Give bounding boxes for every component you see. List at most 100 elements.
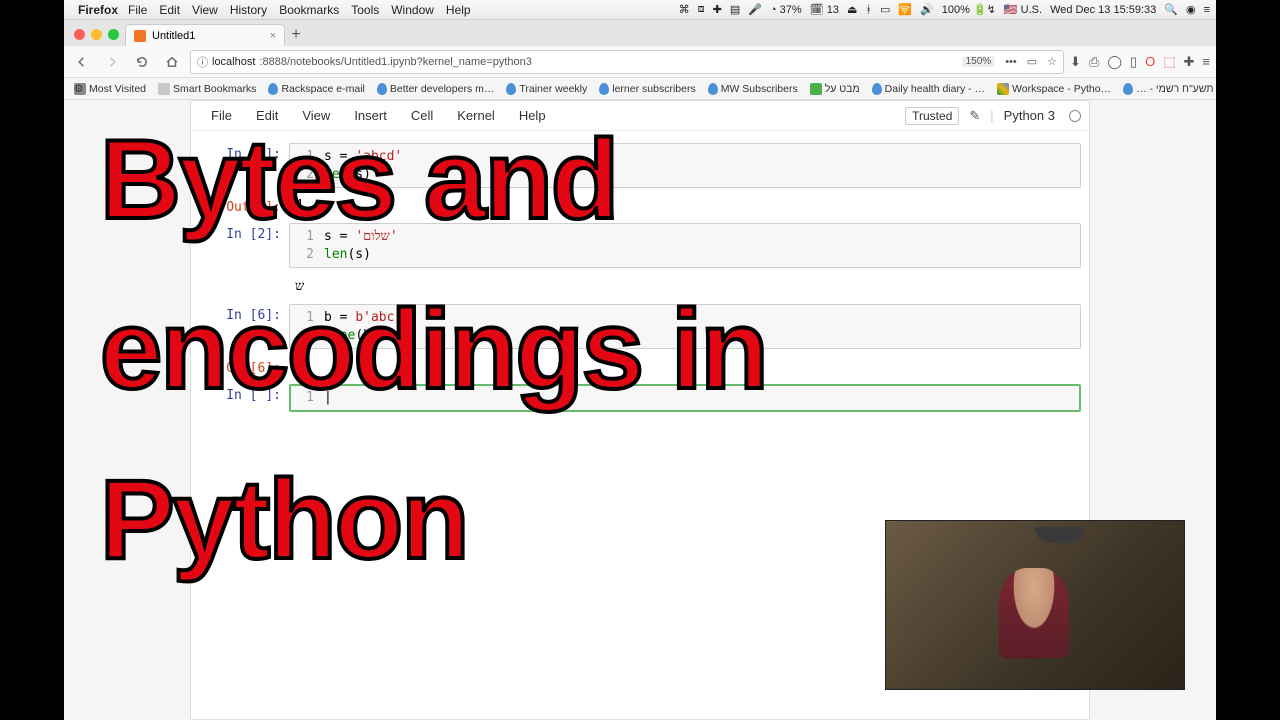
cell-source[interactable]: 1b = b'abc' 2type(b) (289, 304, 1081, 349)
close-window-button[interactable] (74, 29, 85, 40)
display-icon[interactable]: ▭ (880, 3, 890, 16)
minimize-window-button[interactable] (91, 29, 102, 40)
page-actions-icon[interactable]: ••• (1005, 56, 1017, 68)
input-flag[interactable]: 🇺🇸 U.S. (1004, 3, 1042, 16)
code-cell[interactable]: In [6]: 1b = b'abc' 2type(b) (191, 300, 1089, 353)
volume-icon[interactable]: 🔊 (920, 3, 934, 16)
bluetooth-icon[interactable]: ᚼ (865, 4, 872, 16)
back-button[interactable] (70, 50, 94, 74)
edit-icon[interactable]: ✎ (969, 108, 980, 124)
forward-button (100, 50, 124, 74)
kernel-status-icon (1069, 110, 1081, 122)
siri-icon[interactable]: ◉ (1186, 3, 1196, 16)
clip-icon[interactable]: ✚ (1184, 54, 1195, 70)
status-icon[interactable]: ▤ (730, 3, 740, 16)
bookmark-item[interactable]: Workspace - Pytho… (993, 83, 1115, 95)
mic-icon[interactable]: 🎤 (748, 3, 762, 16)
cell-source[interactable]: 1s = 'abcd' 2len(s) (289, 143, 1081, 188)
bookmarks-bar: ⚙Most Visited Smart Bookmarks Rackspace … (64, 78, 1216, 100)
clock[interactable]: Wed Dec 13 15:59:33 (1050, 4, 1156, 16)
nb-menu-cell[interactable]: Cell (399, 108, 445, 123)
menu-bookmarks[interactable]: Bookmarks (279, 3, 339, 17)
wifi-icon[interactable]: 🛜 (898, 3, 912, 16)
notification-icon[interactable]: ≡ (1204, 4, 1210, 16)
menu-edit[interactable]: Edit (159, 3, 180, 17)
url-bar[interactable]: ⓘ localhost :8888/notebooks/Untitled1.ipy… (190, 50, 1064, 74)
in-prompt: In [ ]: (199, 384, 289, 412)
bookmark-item[interactable]: Rackspace e-mail (264, 83, 368, 95)
output-text: 4 (289, 196, 1081, 215)
url-host: localhost (212, 56, 255, 68)
in-prompt: In [1]: (199, 143, 289, 188)
bookmark-folder[interactable]: Smart Bookmarks (154, 83, 260, 95)
kernel-name[interactable]: Python 3 (1004, 108, 1055, 123)
menu-view[interactable]: View (192, 3, 218, 17)
zoom-window-button[interactable] (108, 29, 119, 40)
extension-icon[interactable]: ⬚ (1163, 54, 1175, 70)
new-tab-button[interactable]: + (285, 24, 307, 46)
nb-menu-view[interactable]: View (290, 108, 342, 123)
hamburger-menu-icon[interactable]: ≡ (1202, 54, 1210, 69)
menu-file[interactable]: File (128, 3, 147, 17)
macos-menubar: Firefox File Edit View History Bookmarks… (64, 0, 1216, 20)
bookmark-star-icon[interactable]: ☆ (1047, 55, 1057, 68)
nb-menu-edit[interactable]: Edit (244, 108, 290, 123)
folder-icon (158, 83, 170, 95)
status-icon[interactable]: ✚ (713, 3, 722, 16)
site-icon (810, 83, 822, 95)
nb-menu-file[interactable]: File (199, 108, 244, 123)
nb-menu-help[interactable]: Help (507, 108, 558, 123)
menubar-status-tray: ⌘ ⧈ ✚ ▤ 🎤 ◔ 37% 🗓 13 ⏏ ᚼ ▭ 🛜 🔊 100% 🔋↯ 🇺… (679, 3, 1210, 16)
in-prompt: In [6]: (199, 304, 289, 349)
browser-tab[interactable]: Untitled1 × (125, 24, 285, 46)
bookmark-item[interactable]: Better developers m… (373, 83, 498, 95)
cell-source[interactable]: 1s = 'שלום' 2len(s) (289, 223, 1081, 268)
drip-icon (599, 83, 609, 95)
dropbox-icon[interactable]: ⧈ (698, 3, 705, 16)
menu-history[interactable]: History (230, 3, 267, 17)
battery-status[interactable]: 100% 🔋↯ (942, 3, 996, 16)
wifi-battery-icon[interactable]: ◔ 37% (770, 4, 802, 16)
menu-tools[interactable]: Tools (351, 3, 379, 17)
code-cell[interactable]: In [1]: 1s = 'abcd' 2len(s) (191, 139, 1089, 192)
close-tab-button[interactable]: × (270, 30, 276, 42)
out-prompt: Out[1]: (199, 196, 289, 215)
nb-menu-kernel[interactable]: Kernel (445, 108, 507, 123)
site-info-icon[interactable]: ⓘ (197, 54, 208, 70)
menu-help[interactable]: Help (446, 3, 471, 17)
code-cell-selected[interactable]: In [ ]: 1| (191, 380, 1089, 416)
status-icon[interactable]: ⌘ (679, 3, 690, 16)
code-cell[interactable]: In [2]: 1s = 'שלום' 2len(s) (191, 219, 1089, 272)
url-path: :8888/notebooks/Untitled1.ipynb?kernel_n… (259, 56, 531, 68)
app-name[interactable]: Firefox (78, 3, 118, 17)
menu-window[interactable]: Window (391, 3, 434, 17)
browser-toolbar: ⓘ localhost :8888/notebooks/Untitled1.ipy… (64, 46, 1216, 78)
spotlight-icon[interactable]: 🔍 (1164, 3, 1178, 16)
trusted-badge[interactable]: Trusted (905, 107, 959, 125)
output-row: ש (191, 272, 1089, 300)
home-button[interactable] (160, 50, 184, 74)
reload-button[interactable] (130, 50, 154, 74)
eject-icon[interactable]: ⏏ (847, 3, 857, 16)
calendar-icon[interactable]: 🗓 13 (810, 3, 839, 16)
bookmark-item[interactable]: Daily health diary - … (868, 83, 989, 95)
bookmark-item[interactable]: מבט על (806, 83, 864, 95)
output-text: ש (289, 276, 1081, 296)
library-icon[interactable]: ⎙ (1089, 54, 1099, 70)
downloads-icon[interactable]: ⬇ (1070, 54, 1081, 70)
bookmark-item[interactable]: MW Subscribers (704, 83, 802, 95)
account-icon[interactable]: ◯ (1107, 54, 1122, 70)
bookmark-item[interactable]: lerner subscribers (595, 83, 699, 95)
output-row: Out[1]: 4 (191, 192, 1089, 219)
bookmark-item[interactable]: Trainer weekly (502, 83, 591, 95)
zoom-badge[interactable]: 150% (962, 56, 996, 67)
cell-source[interactable]: 1| (289, 384, 1081, 412)
nb-menu-insert[interactable]: Insert (342, 108, 399, 123)
bookmark-most-visited[interactable]: ⚙Most Visited (70, 83, 150, 95)
drip-icon (506, 83, 516, 95)
sidebar-icon[interactable]: ▯ (1130, 54, 1137, 70)
reader-icon[interactable]: ▭ (1027, 55, 1037, 68)
opera-icon[interactable]: O (1145, 54, 1155, 69)
toolbar-right-icons: ⬇ ⎙ ◯ ▯ O ⬚ ✚ ≡ (1070, 54, 1210, 70)
bookmark-item[interactable]: … - נבאות תשע"ח רשמי (1119, 83, 1216, 95)
